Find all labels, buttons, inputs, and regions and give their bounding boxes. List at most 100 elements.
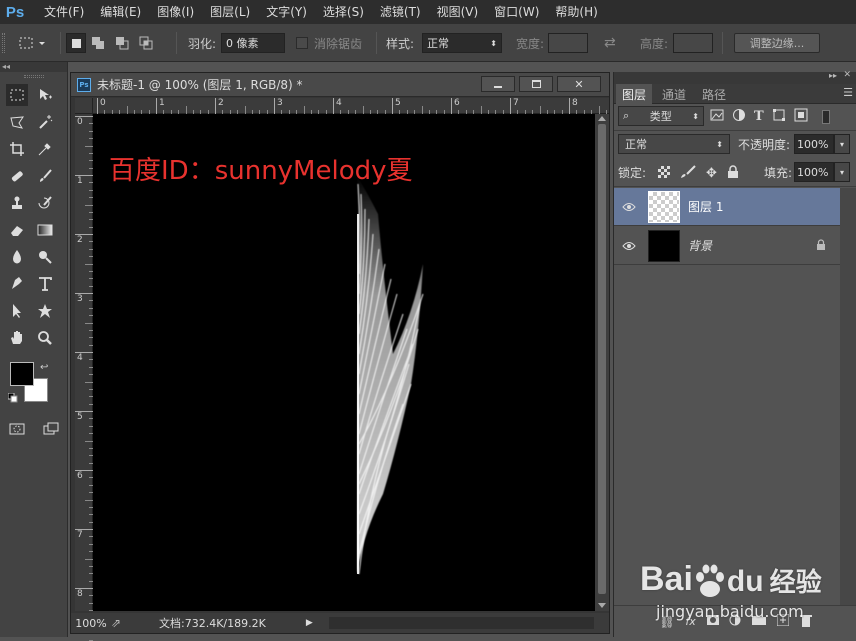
- feather-input[interactable]: 0 像素: [221, 33, 285, 53]
- opacity-input[interactable]: 100%: [794, 134, 834, 154]
- pixel-filter-icon[interactable]: [710, 108, 724, 125]
- menu-item[interactable]: 选择(S): [315, 0, 372, 24]
- fill-input[interactable]: 100%: [794, 162, 834, 182]
- menu-item[interactable]: 图像(I): [149, 0, 202, 24]
- chevron-down-icon[interactable]: ▾: [834, 134, 850, 154]
- menu-item[interactable]: 图层(L): [202, 0, 258, 24]
- tab-layers[interactable]: 图层: [616, 84, 653, 104]
- chevron-down-icon[interactable]: ▾: [834, 162, 850, 182]
- antialias-checkbox[interactable]: 消除锯齿: [296, 24, 362, 62]
- marquee-preset-picker[interactable]: [18, 24, 46, 62]
- layer-name[interactable]: 背景: [688, 237, 712, 254]
- vertical-scrollbar[interactable]: [595, 114, 609, 611]
- v-ruler-tick: 4: [75, 352, 93, 364]
- intersect-selection-icon[interactable]: [134, 36, 158, 50]
- quick-mask-icon[interactable]: [6, 418, 28, 440]
- menu-item[interactable]: 帮助(H): [547, 0, 605, 24]
- mode-row: [6, 418, 62, 440]
- lock-transparent-icon[interactable]: [658, 166, 670, 181]
- type-tool-icon[interactable]: [34, 273, 56, 295]
- swap-icon[interactable]: ⇄: [604, 24, 616, 62]
- move-tool-icon[interactable]: [34, 84, 56, 106]
- document-title-bar[interactable]: Ps 未标题-1 @ 100% (图层 1, RGB/8) * ✕: [71, 73, 609, 97]
- layer-name[interactable]: 图层 1: [688, 198, 723, 215]
- scroll-thumb[interactable]: [598, 124, 606, 594]
- opacity-control[interactable]: 100% ▾: [794, 134, 850, 154]
- maximize-button[interactable]: [519, 76, 553, 92]
- smart-object-filter-icon[interactable]: [794, 108, 808, 125]
- visibility-eye-icon[interactable]: [614, 202, 644, 212]
- clone-stamp-tool-icon[interactable]: [6, 192, 28, 214]
- pen-tool-icon[interactable]: [6, 273, 28, 295]
- menu-item[interactable]: 滤镜(T): [372, 0, 429, 24]
- eraser-tool-icon[interactable]: [6, 219, 28, 241]
- v-ruler-tick: 5: [75, 411, 93, 423]
- subtract-selection-icon[interactable]: [110, 36, 134, 50]
- healing-brush-tool-icon[interactable]: [6, 165, 28, 187]
- lock-position-move-icon[interactable]: ✥: [706, 166, 717, 181]
- app-logo: Ps: [5, 3, 25, 21]
- foreground-color-swatch[interactable]: [10, 362, 34, 386]
- share-icon[interactable]: ⇗: [111, 616, 135, 630]
- status-menu-icon[interactable]: ▶: [306, 618, 313, 628]
- default-colors-icon[interactable]: [7, 392, 18, 406]
- new-selection-icon[interactable]: [66, 33, 86, 53]
- filter-toggle[interactable]: [821, 109, 830, 124]
- filter-kind-select[interactable]: ⌕ 类型 ⬍: [618, 106, 704, 126]
- blend-mode-value: 正常: [625, 138, 647, 151]
- menu-item[interactable]: 窗口(W): [486, 0, 547, 24]
- ruler-origin[interactable]: [75, 98, 93, 114]
- dodge-tool-icon[interactable]: [34, 246, 56, 268]
- layers-scrollbar[interactable]: [840, 188, 856, 605]
- height-input[interactable]: [673, 33, 713, 53]
- lasso-tool-icon[interactable]: [6, 111, 28, 133]
- blend-mode-select[interactable]: 正常 ⬍: [618, 134, 730, 154]
- lock-label: 锁定:: [618, 166, 647, 180]
- gradient-tool-icon[interactable]: [34, 219, 56, 241]
- minimize-button[interactable]: [481, 76, 515, 92]
- menu-item[interactable]: 文字(Y): [258, 0, 315, 24]
- panel-dock-header: ▸▸ ✕: [614, 70, 856, 84]
- layer-row-layer1[interactable]: 图层 1: [614, 188, 840, 226]
- lock-pixels-brush-icon[interactable]: [680, 165, 696, 182]
- canvas[interactable]: 百度ID：sunnyMelody夏: [93, 114, 595, 611]
- add-selection-icon[interactable]: [86, 36, 110, 50]
- panel-menu-icon[interactable]: ☰: [843, 86, 853, 99]
- hand-tool-icon[interactable]: [6, 327, 28, 349]
- type-filter-icon[interactable]: T: [754, 109, 764, 124]
- rect-marquee-tool-icon[interactable]: [6, 84, 28, 106]
- close-button[interactable]: ✕: [557, 76, 601, 92]
- screen-mode-icon[interactable]: [40, 418, 62, 440]
- menu-item[interactable]: 视图(V): [429, 0, 487, 24]
- vertical-ruler: 0 1 2 3 4 5 6 7 8: [75, 114, 93, 641]
- shape-filter-icon[interactable]: [772, 108, 786, 125]
- style-select[interactable]: 正常 ⬍: [422, 33, 502, 53]
- antialias-label: 消除锯齿: [314, 36, 363, 51]
- custom-shape-tool-icon[interactable]: [34, 300, 56, 322]
- eyedropper-tool-icon[interactable]: [34, 138, 56, 160]
- brush-tool-icon[interactable]: [34, 165, 56, 187]
- adjustment-filter-icon[interactable]: [732, 108, 746, 125]
- v-ruler-tick: 2: [75, 234, 93, 246]
- refine-edge-button[interactable]: 调整边缘...: [734, 33, 820, 53]
- path-selection-tool-icon[interactable]: [6, 300, 28, 322]
- swap-colors-icon[interactable]: ↩: [40, 362, 48, 373]
- crop-tool-icon[interactable]: [6, 138, 28, 160]
- zoom-level[interactable]: 100%: [71, 617, 111, 630]
- collapse-icon[interactable]: ◂◂: [0, 62, 67, 72]
- blur-tool-icon[interactable]: [6, 246, 28, 268]
- menu-item[interactable]: 编辑(E): [92, 0, 149, 24]
- tab-channels[interactable]: 通道: [656, 84, 692, 104]
- history-brush-tool-icon[interactable]: [34, 192, 56, 214]
- width-input[interactable]: [548, 33, 588, 53]
- menu-item[interactable]: 文件(F): [36, 0, 92, 24]
- horizontal-scrollbar[interactable]: [329, 617, 594, 629]
- visibility-eye-icon[interactable]: [614, 241, 644, 251]
- magic-wand-tool-icon[interactable]: [34, 111, 56, 133]
- zoom-tool-icon[interactable]: [34, 327, 56, 349]
- fill-control[interactable]: 100% ▾: [794, 162, 850, 182]
- tab-paths[interactable]: 路径: [696, 84, 732, 104]
- lock-all-icon[interactable]: [727, 165, 739, 182]
- style-label: 样式:: [386, 36, 415, 51]
- layer-row-background[interactable]: 背景: [614, 227, 840, 265]
